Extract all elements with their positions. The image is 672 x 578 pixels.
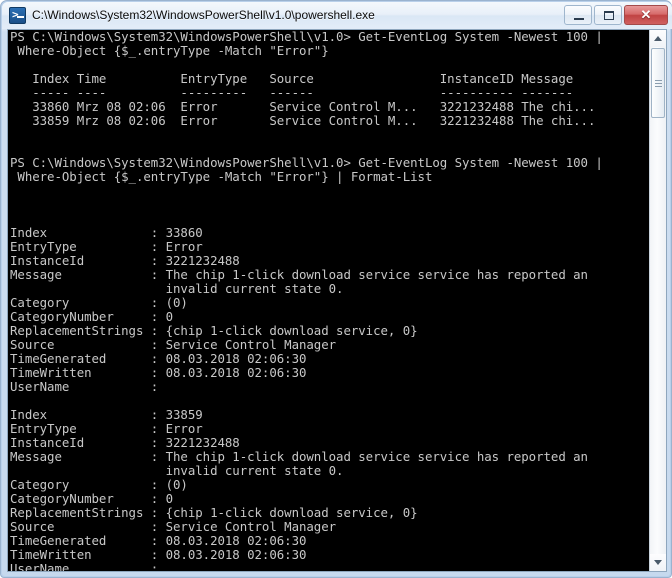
console-vertical-scrollbar[interactable] bbox=[649, 30, 666, 571]
powershell-window: > C:\Windows\System32\WindowsPowerShell\… bbox=[0, 0, 672, 578]
powershell-icon: > bbox=[9, 7, 26, 24]
console-screen[interactable]: PS C:\Windows\System32\WindowsPowerShell… bbox=[8, 30, 649, 571]
title-bar[interactable]: > C:\Windows\System32\WindowsPowerShell\… bbox=[2, 2, 672, 29]
caption-button-group: ✕ bbox=[564, 5, 668, 26]
maximize-button[interactable] bbox=[594, 5, 622, 25]
powershell-chevron-glyph: > bbox=[12, 8, 19, 21]
minimize-button[interactable] bbox=[564, 5, 592, 25]
console-client-area: PS C:\Windows\System32\WindowsPowerShell… bbox=[7, 29, 667, 572]
scroll-up-button[interactable] bbox=[650, 30, 666, 47]
scroll-down-arrow-icon bbox=[654, 560, 662, 565]
scrollbar-grip-icon bbox=[655, 80, 662, 87]
powershell-underscore-glyph bbox=[17, 16, 24, 18]
scrollbar-thumb[interactable] bbox=[651, 48, 665, 118]
scroll-up-arrow-icon bbox=[654, 36, 662, 41]
scroll-down-button[interactable] bbox=[650, 554, 666, 571]
window-title: C:\Windows\System32\WindowsPowerShell\v1… bbox=[32, 8, 375, 22]
close-button[interactable]: ✕ bbox=[624, 5, 668, 25]
minimize-icon bbox=[574, 18, 584, 20]
maximize-icon bbox=[604, 11, 614, 20]
close-icon: ✕ bbox=[640, 7, 652, 22]
console-output-text: PS C:\Windows\System32\WindowsPowerShell… bbox=[10, 30, 603, 571]
